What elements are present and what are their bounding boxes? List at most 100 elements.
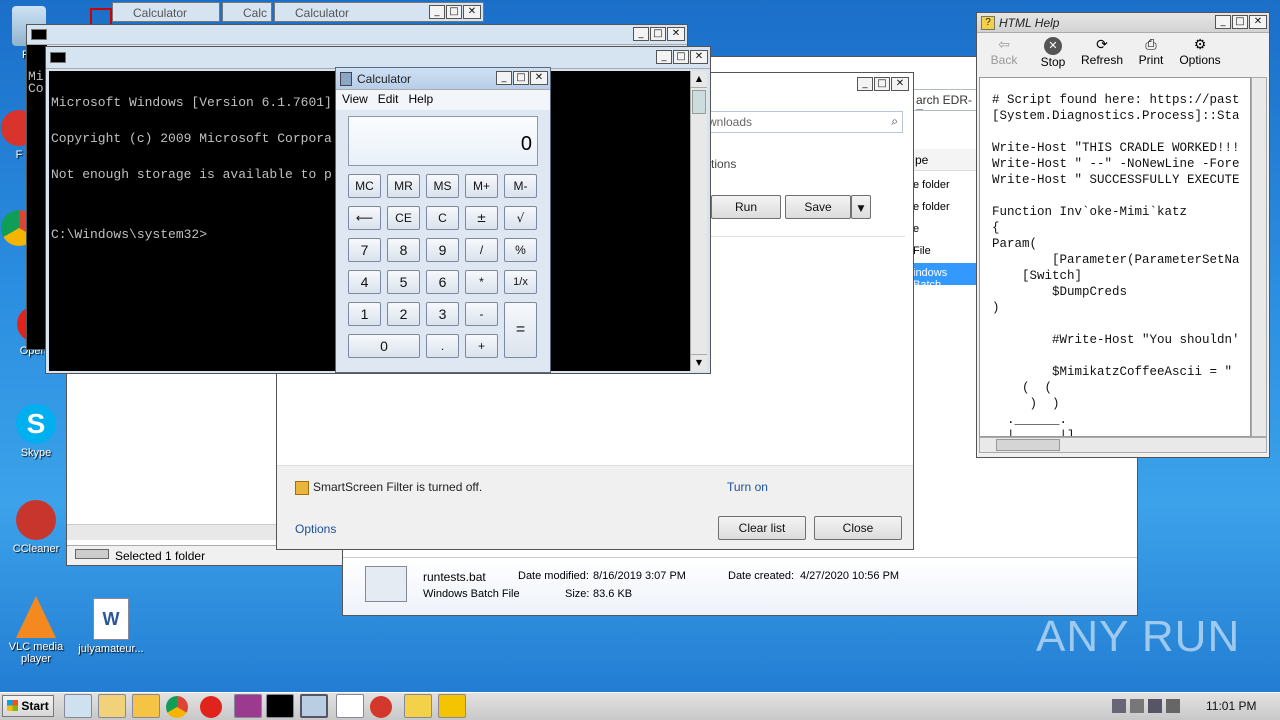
calc-tab-2[interactable]: Calc — [222, 2, 272, 22]
mc-button[interactable]: MC — [348, 174, 381, 198]
digit-0-button[interactable]: 0 — [348, 334, 420, 358]
taskbar-explorer-icon[interactable] — [98, 694, 126, 718]
turn-on-link[interactable]: Turn on — [727, 480, 768, 494]
close-window-button[interactable]: ✕ — [690, 50, 708, 64]
help-content-line: [Parameter(ParameterSetNa — [992, 253, 1240, 267]
stop-button[interactable]: ✕ Stop — [1031, 35, 1075, 75]
maximize-button[interactable]: □ — [874, 77, 890, 91]
file-row-2[interactable]: e folder — [913, 201, 950, 213]
options-link[interactable]: Options — [295, 522, 336, 536]
tray-icons[interactable] — [1112, 699, 1196, 715]
desktop-icon-skype[interactable]: S Skype — [1, 404, 71, 459]
digit-6-button[interactable]: 6 — [426, 270, 459, 294]
save-button[interactable]: Save — [785, 195, 851, 219]
sqrt-button[interactable]: √ — [504, 206, 537, 230]
reciprocal-button[interactable]: 1/x — [504, 270, 537, 294]
file-row-selected[interactable]: indows Batch — [913, 263, 977, 291]
details-filename: runtests.bat — [423, 570, 486, 584]
back-button[interactable]: ⇦ Back — [977, 35, 1031, 75]
taskbar-help-icon[interactable] — [404, 694, 432, 718]
help-content-line: ) — [992, 301, 1000, 315]
plus-minus-button[interactable]: ± — [465, 206, 498, 230]
multiply-button[interactable]: * — [465, 270, 498, 294]
help-content-line: ) ) — [992, 397, 1060, 411]
taskbar-ie-icon[interactable] — [64, 694, 92, 718]
subtract-button[interactable]: - — [465, 302, 498, 326]
options-button[interactable]: ⚙ Options — [1173, 35, 1227, 75]
save-dropdown-button[interactable]: ▼ — [851, 195, 871, 219]
explorer-search-box[interactable]: arch EDR-Tes — [913, 89, 983, 111]
refresh-button[interactable]: ⟳ Refresh — [1075, 35, 1129, 75]
file-row-1[interactable]: e folder — [913, 179, 950, 191]
help-content-line — [992, 188, 1250, 204]
close-window-button[interactable]: ✕ — [1249, 15, 1267, 29]
digit-7-button[interactable]: 7 — [348, 238, 381, 262]
c-button[interactable]: C — [426, 206, 459, 230]
digit-1-button[interactable]: 1 — [348, 302, 381, 326]
details-filetype: Windows Batch File — [423, 588, 520, 600]
mplus-button[interactable]: M+ — [465, 174, 498, 198]
start-button[interactable]: Start — [2, 695, 54, 717]
calculator-window: Calculator _ □ ✕ View Edit Help 0 MC MR MS… — [335, 67, 551, 373]
help-content-line — [992, 348, 1250, 364]
maximize-button[interactable]: □ — [513, 71, 529, 85]
help-content-line: $DumpCreds — [992, 285, 1128, 299]
file-row-4[interactable]: File — [913, 245, 931, 257]
equals-button[interactable]: = — [504, 302, 537, 358]
close-window-button[interactable]: ✕ — [530, 71, 548, 85]
decimal-button[interactable]: . — [426, 334, 459, 358]
minimize-button[interactable]: _ — [1215, 15, 1231, 29]
desktop-icon-vlc[interactable]: VLC media player — [1, 596, 71, 665]
downloads-search[interactable]: wnloads ⌕ — [705, 111, 903, 133]
minimize-button[interactable]: _ — [496, 71, 512, 85]
taskbar-error-icon[interactable] — [370, 696, 392, 718]
clear-list-button[interactable]: Clear list — [718, 516, 806, 540]
digit-8-button[interactable]: 8 — [387, 238, 420, 262]
digit-2-button[interactable]: 2 — [387, 302, 420, 326]
run-button[interactable]: Run — [711, 195, 781, 219]
menu-help[interactable]: Help — [408, 92, 433, 110]
print-button[interactable]: ⎙ Print — [1129, 35, 1173, 75]
anyrun-watermark: ANY RUN — [1036, 612, 1241, 661]
calc-tab-3[interactable]: Calculator _ □ ✕ — [274, 2, 484, 22]
minimize-button[interactable]: _ — [656, 50, 672, 64]
details-size-label: Size: — [565, 588, 590, 600]
taskbar-chrome-icon[interactable] — [166, 696, 188, 718]
digit-4-button[interactable]: 4 — [348, 270, 381, 294]
taskbar-document-icon[interactable] — [336, 694, 364, 718]
maximize-button[interactable]: □ — [1232, 15, 1248, 29]
taskbar-warning-icon[interactable] — [438, 694, 466, 718]
backspace-button[interactable]: ⟵ — [348, 206, 381, 230]
taskbar-cmd-icon[interactable] — [266, 694, 294, 718]
console-scrollbar[interactable]: ▲ ▼ — [690, 71, 707, 371]
mminus-button[interactable]: M- — [504, 174, 537, 198]
minimize-button[interactable]: _ — [857, 77, 873, 91]
digit-3-button[interactable]: 3 — [426, 302, 459, 326]
divide-button[interactable]: / — [465, 238, 498, 262]
maximize-button[interactable]: □ — [673, 50, 689, 64]
mr-button[interactable]: MR — [387, 174, 420, 198]
menu-view[interactable]: View — [342, 92, 368, 110]
desktop-icon-ccleaner[interactable]: CCleaner — [1, 500, 71, 555]
close-button[interactable]: Close — [814, 516, 902, 540]
help-content[interactable]: # Script found here: https://past [System… — [979, 77, 1251, 437]
taskbar-opera-icon[interactable] — [200, 696, 222, 718]
column-header-type[interactable]: pe — [913, 149, 983, 171]
ce-button[interactable]: CE — [387, 206, 420, 230]
menu-edit[interactable]: Edit — [378, 92, 399, 110]
digit-9-button[interactable]: 9 — [426, 238, 459, 262]
desktop-icon-word-doc[interactable]: W julyamateur... — [76, 598, 146, 655]
calc-tab-1[interactable]: Calculator — [112, 2, 220, 22]
clock[interactable]: 11:01 PM — [1206, 699, 1256, 713]
percent-button[interactable]: % — [504, 238, 537, 262]
add-button[interactable]: + — [465, 334, 498, 358]
taskbar-winrar-icon[interactable] — [234, 694, 262, 718]
ms-button[interactable]: MS — [426, 174, 459, 198]
close-window-button[interactable]: ✕ — [891, 77, 909, 91]
taskbar-calculator-icon[interactable] — [300, 694, 328, 718]
help-hscrollbar[interactable] — [979, 437, 1267, 453]
help-vscrollbar[interactable] — [1251, 77, 1267, 437]
help-content-line: Write-Host "THIS CRADLE WORKED!!! — [992, 141, 1240, 155]
taskbar-media-icon[interactable] — [132, 694, 160, 718]
digit-5-button[interactable]: 5 — [387, 270, 420, 294]
